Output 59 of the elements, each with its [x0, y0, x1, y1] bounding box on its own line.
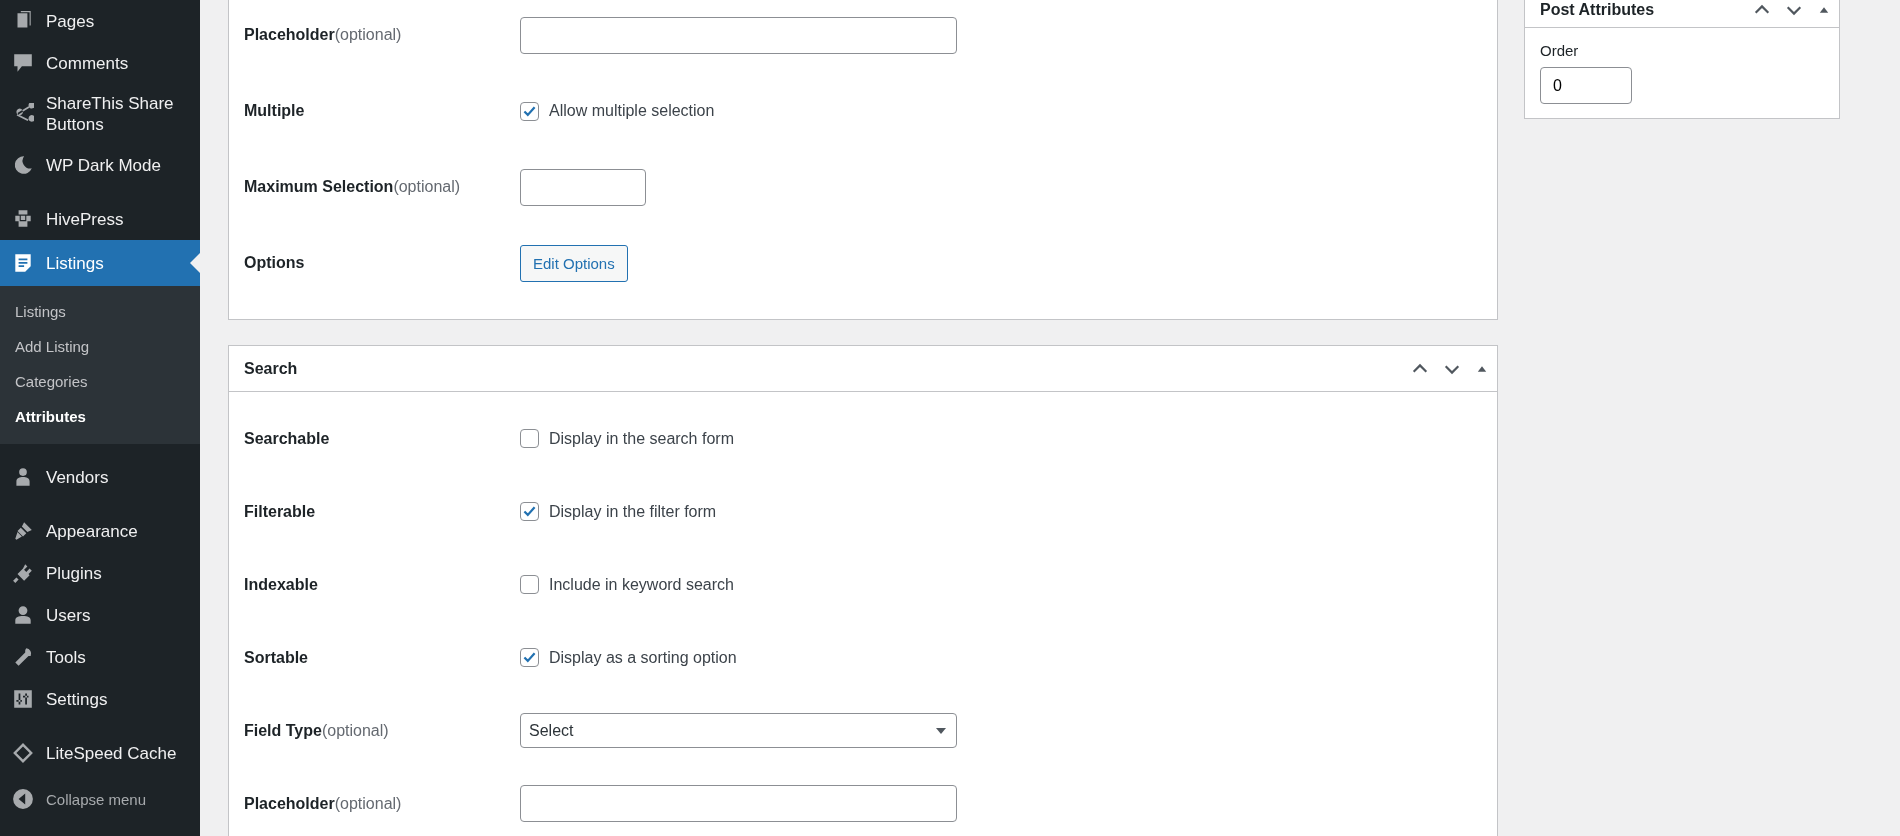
panel-title: Post Attributes: [1540, 1, 1655, 19]
field-label: Placeholder(optional): [244, 794, 403, 813]
sidebar-menu-item[interactable]: ShareThis Share Buttons: [0, 84, 200, 144]
person-icon: [12, 604, 34, 626]
submenu-item[interactable]: Categories: [0, 364, 200, 399]
checkbox-label: Include in keyword search: [549, 575, 734, 594]
sidebar-menu-item[interactable]: Comments: [0, 42, 200, 84]
sidebar-menu-item[interactable]: Appearance: [0, 510, 200, 552]
collapse-arrow-icon: [12, 788, 34, 810]
submenu-item[interactable]: Add Listing: [0, 329, 200, 364]
sidebar-menu-item[interactable]: Listings: [0, 240, 200, 286]
document-icon: [12, 252, 34, 274]
order-label: Order: [1540, 42, 1580, 59]
checkbox-label: Allow multiple selection: [549, 102, 715, 120]
field-label: Searchable: [244, 429, 331, 448]
sidebar-menu-item[interactable]: Settings: [0, 678, 200, 720]
crescent-moon-icon: [12, 154, 34, 176]
submenu-item[interactable]: Listings: [0, 294, 200, 329]
text-input-field[interactable]: [520, 16, 957, 54]
sidebar-menu-item[interactable]: Pages: [0, 0, 200, 42]
field-label: Indexable: [244, 575, 319, 594]
paintbrush-icon: [12, 520, 34, 542]
checkbox[interactable]: [520, 575, 539, 594]
speech-bubble-icon: [12, 52, 34, 74]
sidebar-menu-item[interactable]: Tools: [0, 636, 200, 678]
panel-title: Search: [244, 359, 298, 378]
current-menu-pointer: [190, 253, 200, 273]
number-input-field[interactable]: [520, 168, 646, 206]
order-input-field[interactable]: 0: [1540, 67, 1632, 104]
edit-options-button[interactable]: Edit Options: [520, 244, 628, 282]
checkbox-label: Display as a sorting option: [549, 648, 737, 667]
checkbox-label: Display in the search form: [549, 429, 734, 448]
field-label: Maximum Selection(optional): [244, 178, 462, 196]
field-label: Options: [244, 254, 306, 272]
field-label: Filterable: [244, 502, 317, 521]
sidebar-menu-item[interactable]: HivePress: [0, 198, 200, 240]
checkbox[interactable]: [520, 101, 539, 121]
sliders-icon: [12, 688, 34, 710]
collapse-menu-button[interactable]: Collapse menu: [0, 778, 200, 820]
field-label: Sortable: [244, 648, 309, 667]
diamond-icon: [12, 742, 34, 764]
wrench-icon: [12, 646, 34, 668]
sidebar-menu-item[interactable]: WP Dark Mode: [0, 144, 200, 186]
field-label: Field Type(optional): [244, 721, 390, 740]
checkbox-label: Display in the filter form: [549, 502, 717, 521]
checkbox[interactable]: [520, 502, 539, 521]
plug-icon: [12, 562, 34, 584]
checkbox[interactable]: [520, 429, 539, 448]
checkbox[interactable]: [520, 648, 539, 667]
text-input-field[interactable]: [520, 785, 957, 822]
sidebar-menu-item[interactable]: LiteSpeed Cache: [0, 732, 200, 774]
submenu-item[interactable]: Attributes: [0, 399, 200, 434]
sidebar-menu-item[interactable]: Plugins: [0, 552, 200, 594]
sidebar-menu-item[interactable]: Users: [0, 594, 200, 636]
field-label: Multiple: [244, 102, 306, 120]
field-label: Placeholder(optional): [244, 26, 403, 44]
select-dropdown[interactable]: Select: [520, 713, 957, 748]
sidebar-menu-item[interactable]: Vendors: [0, 456, 200, 498]
caret-icon: [936, 727, 946, 734]
